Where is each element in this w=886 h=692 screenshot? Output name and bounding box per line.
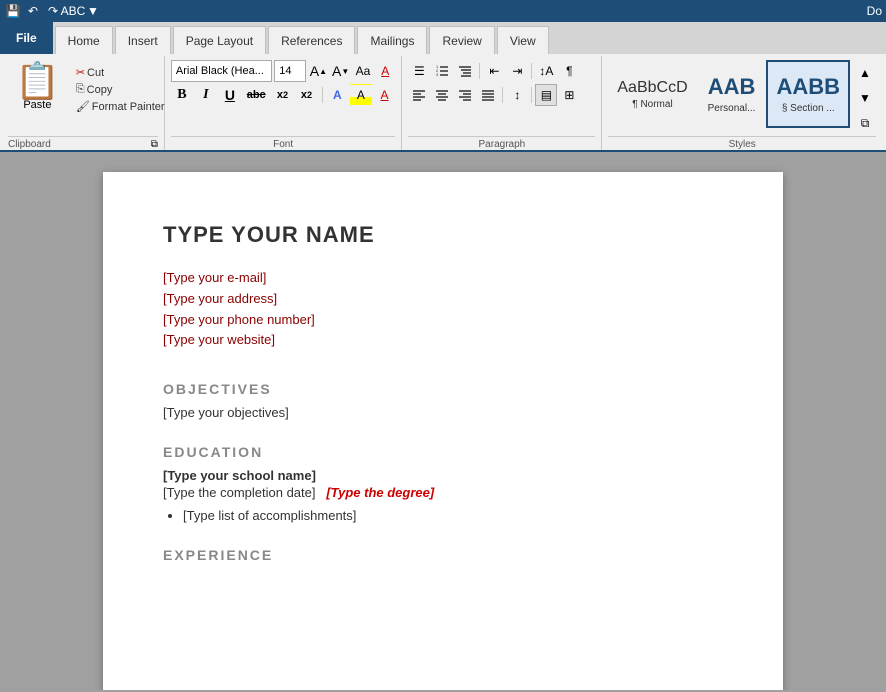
school-name-field[interactable]: [Type your school name] [163, 468, 723, 483]
redo-icon[interactable]: ↷ [44, 2, 62, 20]
paragraph-group-label: Paragraph [408, 136, 595, 150]
tab-mailings[interactable]: Mailings [357, 26, 427, 54]
completion-line: [Type the completion date] [Type the deg… [163, 485, 723, 500]
document-page: TYPE YOUR NAME [Type your e-mail] [Type … [103, 172, 783, 690]
shading-button[interactable]: ▤ [535, 84, 557, 106]
style-section[interactable]: AABB § Section ... [766, 60, 850, 128]
degree-field[interactable]: [Type the degree] [326, 485, 434, 500]
font-color-button[interactable]: A [374, 84, 396, 106]
clipboard-label: Clipboard [8, 139, 51, 150]
contact-info: [Type your e-mail] [Type your address] [… [163, 268, 723, 351]
title-text: Do [867, 4, 882, 18]
tab-insert[interactable]: Insert [115, 26, 171, 54]
styles-expand-icon[interactable]: ⧉ [854, 112, 876, 134]
completion-date-field[interactable]: [Type the completion date] [163, 485, 315, 500]
tab-references[interactable]: References [268, 26, 355, 54]
decrease-indent-button[interactable]: ⇤ [483, 60, 505, 82]
subscript-button[interactable]: x2 [272, 84, 294, 106]
tab-view[interactable]: View [497, 26, 549, 54]
font-size-input[interactable]: 14 [274, 60, 306, 82]
font-group-label: Font [171, 136, 396, 150]
sort-button[interactable]: ↕A [535, 60, 557, 82]
styles-scroll-up-icon[interactable]: ▲ [854, 62, 876, 84]
styles-group: AaBbCcD ¶ Normal AAB Personal... AABB § … [602, 56, 882, 150]
style-normal-label: ¶ Normal [632, 99, 672, 110]
cut-button[interactable]: ✂ Cut [71, 64, 170, 81]
svg-text:3: 3 [436, 72, 439, 77]
style-normal[interactable]: AaBbCcD ¶ Normal [608, 60, 696, 128]
website-field[interactable]: [Type your website] [163, 330, 723, 351]
italic-button[interactable]: I [195, 84, 217, 106]
text-effects-button[interactable]: A [326, 84, 348, 106]
strikethrough-button[interactable]: abc [243, 84, 270, 106]
tab-page-layout[interactable]: Page Layout [173, 26, 266, 54]
clipboard-small-buttons: ✂ Cut ⎘ Copy 🖌 Format Painter [71, 60, 170, 115]
increase-indent-button[interactable]: ⇥ [506, 60, 528, 82]
text-highlight-button[interactable]: A [350, 84, 372, 106]
paragraph-group: ☰ 1 2 3 ⇤ [402, 56, 602, 150]
font-group: Arial Black (Hea... 14 A▲ A▼ Aa A B I U … [165, 56, 403, 150]
document-name[interactable]: TYPE YOUR NAME [163, 222, 723, 248]
copy-button[interactable]: ⎘ Copy [71, 81, 170, 98]
align-left-button[interactable] [408, 84, 430, 106]
objectives-heading: OBJECTIVES [163, 381, 723, 397]
clipboard-expand-icon[interactable]: ⧉ [151, 139, 158, 150]
align-right-button[interactable] [454, 84, 476, 106]
email-field[interactable]: [Type your e-mail] [163, 268, 723, 289]
multilevel-list-button[interactable] [454, 60, 476, 82]
objectives-body[interactable]: [Type your objectives] [163, 405, 723, 420]
underline-button[interactable]: U [219, 84, 241, 106]
qa-dropdown-icon[interactable]: ▼ [84, 2, 102, 20]
style-personal-preview: AAB [708, 74, 756, 100]
document-area: TYPE YOUR NAME [Type your e-mail] [Type … [0, 152, 886, 690]
ribbon-tab-bar: File Home Insert Page Layout References … [0, 22, 886, 54]
decrease-font-size-button[interactable]: A▼ [331, 60, 351, 82]
superscript-button[interactable]: x2 [296, 84, 318, 106]
border-button[interactable]: ⊞ [558, 84, 580, 106]
style-section-label: § Section ... [782, 103, 835, 114]
style-personal[interactable]: AAB Personal... [699, 60, 765, 128]
style-personal-label: Personal... [708, 103, 756, 114]
phone-field[interactable]: [Type your phone number] [163, 310, 723, 331]
accomplishments-list: [Type list of accomplishments] [163, 508, 723, 523]
experience-heading: EXPERIENCE [163, 547, 723, 563]
save-icon[interactable]: 💾 [4, 2, 22, 20]
format-painter-button[interactable]: 🖌 Format Painter [71, 98, 170, 115]
ribbon: 📋 Paste ✂ Cut ⎘ Copy 🖌 Format Painter C [0, 54, 886, 152]
spellcheck-icon[interactable]: ABC [64, 2, 82, 20]
style-normal-preview: AaBbCcD [617, 78, 687, 97]
align-center-button[interactable] [431, 84, 453, 106]
accomplishment-item[interactable]: [Type list of accomplishments] [183, 508, 723, 523]
education-heading: EDUCATION [163, 444, 723, 460]
clipboard-group: 📋 Paste ✂ Cut ⎘ Copy 🖌 Format Painter C [4, 56, 165, 150]
bullets-button[interactable]: ☰ [408, 60, 430, 82]
styles-group-label: Styles [608, 136, 876, 150]
tab-review[interactable]: Review [429, 26, 494, 54]
style-section-preview: AABB [776, 74, 840, 100]
bold-button[interactable]: B [171, 84, 193, 106]
quick-access-toolbar: 💾 ↶ ↷ ABC ▼ Do [0, 0, 886, 22]
justify-button[interactable] [477, 84, 499, 106]
paste-button[interactable]: 📋 Paste [8, 60, 67, 114]
font-name-input[interactable]: Arial Black (Hea... [171, 60, 272, 82]
undo-icon[interactable]: ↶ [24, 2, 42, 20]
change-case-button[interactable]: Aa [353, 60, 373, 82]
address-field[interactable]: [Type your address] [163, 289, 723, 310]
file-tab[interactable]: File [0, 22, 53, 54]
clear-formatting-button[interactable]: A [375, 60, 395, 82]
numbering-button[interactable]: 1 2 3 [431, 60, 453, 82]
tab-home[interactable]: Home [55, 26, 113, 54]
line-spacing-button[interactable]: ↕ [506, 84, 528, 106]
styles-scroll-down-icon[interactable]: ▼ [854, 87, 876, 109]
show-marks-button[interactable]: ¶ [558, 60, 580, 82]
increase-font-size-button[interactable]: A▲ [308, 60, 328, 82]
